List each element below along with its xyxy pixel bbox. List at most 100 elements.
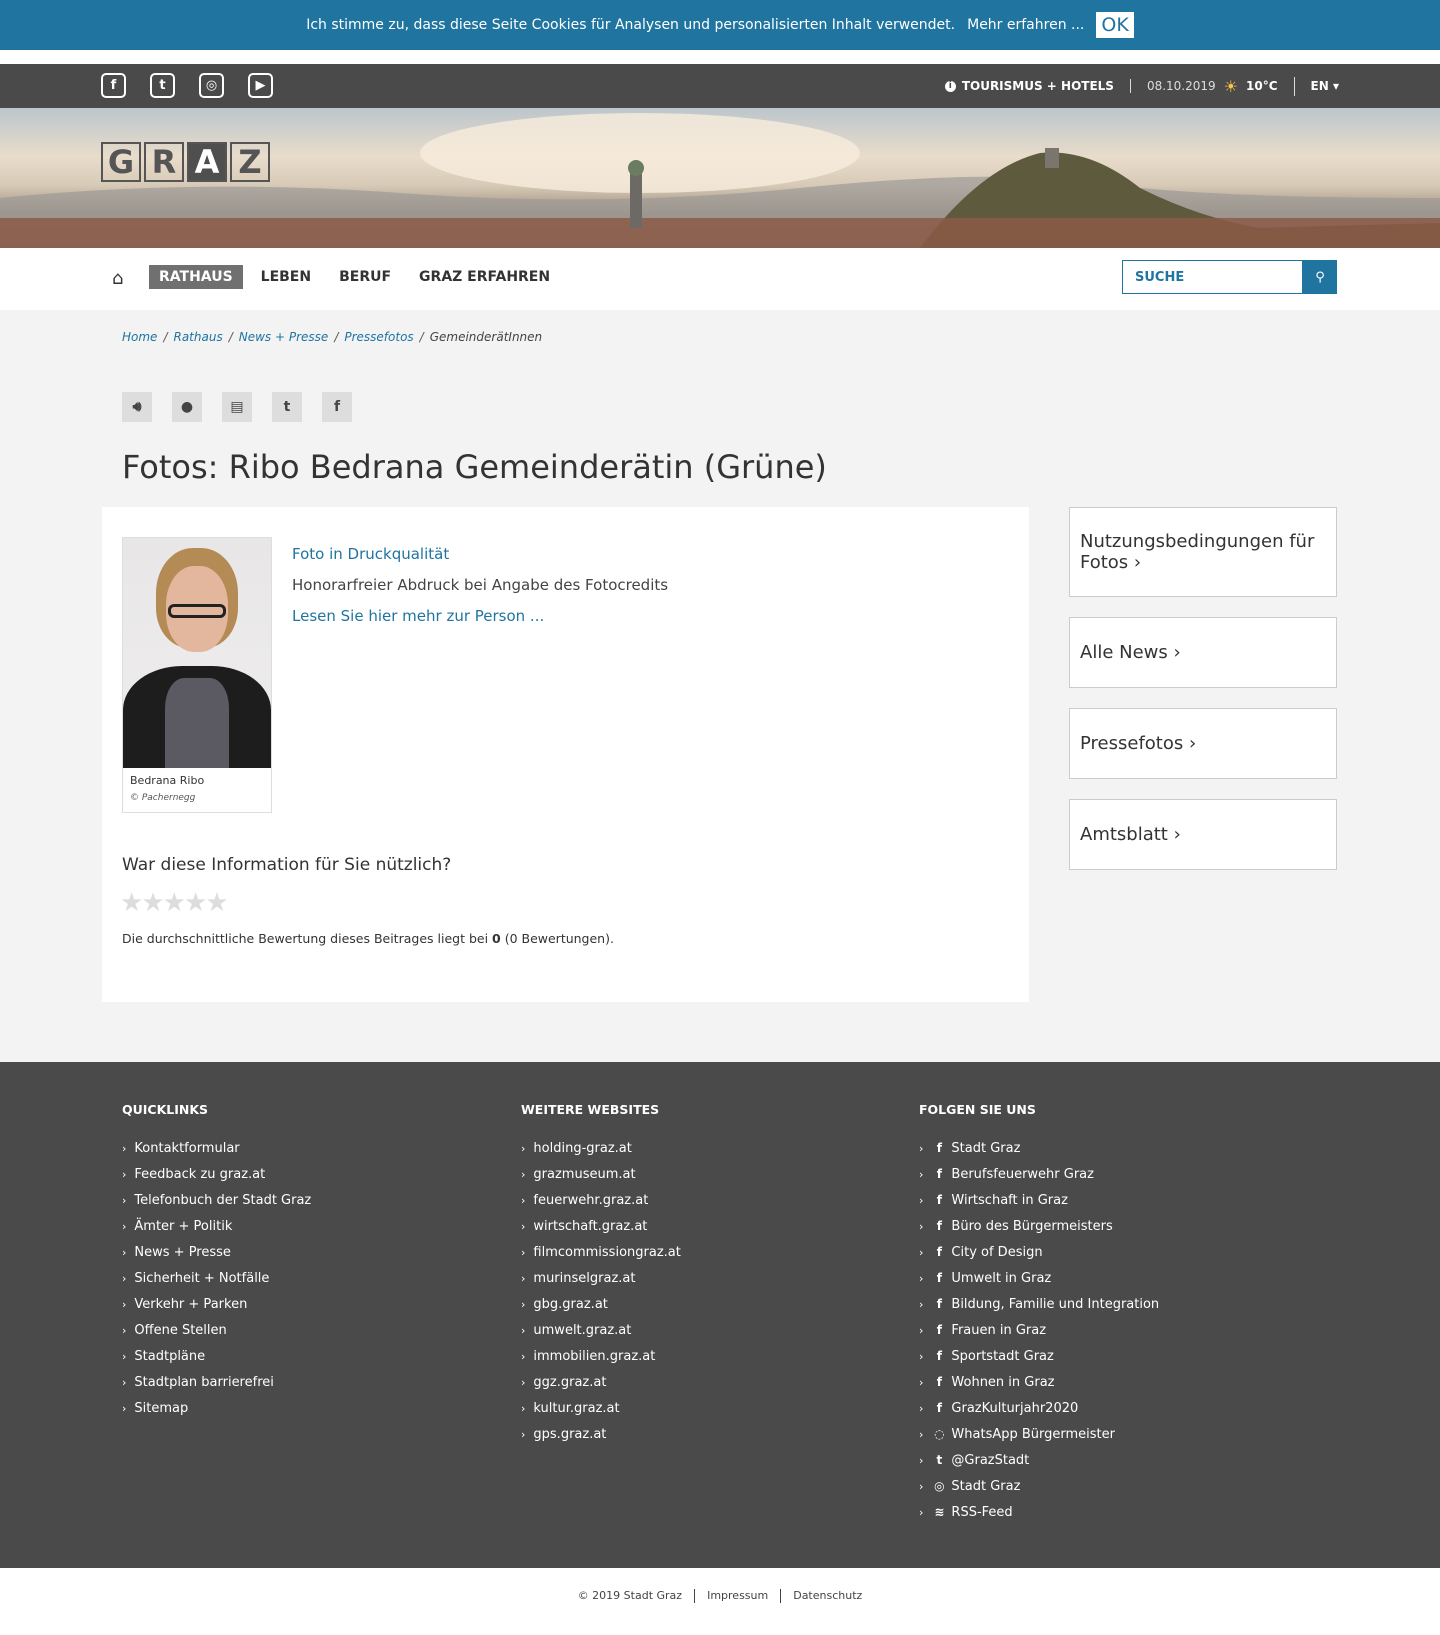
footer-link[interactable]: › ◌ WhatsApp Bürgermeister [919,1421,1159,1447]
breadcrumb-rathaus[interactable]: Rathaus [173,330,222,344]
nav-item-beruf[interactable]: BERUF [329,265,401,289]
footer-link[interactable]: › ◎ Stadt Graz [919,1473,1159,1499]
sidebar-box-all-news[interactable]: Alle News › [1069,617,1337,688]
breadcrumb-home[interactable]: Home [122,330,157,344]
footer-link[interactable]: › f Stadt Graz [919,1135,1159,1161]
footer-link[interactable]: › f Büro des Bürgermeisters [919,1213,1159,1239]
chevron-right-icon: › [919,1193,924,1207]
search-input[interactable] [1122,260,1303,294]
facebook-icon[interactable]: f [322,392,352,422]
footer-link[interactable]: › holding-graz.at [521,1135,681,1161]
nav-item-rathaus[interactable]: RATHAUS [149,265,243,289]
footer-link[interactable]: › ≋ RSS-Feed [919,1499,1159,1525]
footer-link[interactable]: › umwelt.graz.at [521,1317,681,1343]
footer-link-label: Ämter + Politik [134,1218,233,1234]
nav-item-graz-erfahren[interactable]: GRAZ ERFAHREN [409,265,560,289]
footer-link[interactable]: › feuerwehr.graz.at [521,1187,681,1213]
footer-follow: FOLGEN SIE UNS › f Stadt Graz › f Berufsfeuer… [919,1102,1159,1525]
print-quality-link[interactable]: Foto in Druckqualität [292,539,668,570]
chevron-right-icon: › [122,1167,127,1181]
footer-link[interactable]: › Feedback zu graz.at [122,1161,311,1187]
star-icon[interactable]: ★ [205,888,228,918]
comment-icon[interactable]: ● [172,392,202,422]
footer-link[interactable]: › Offene Stellen [122,1317,311,1343]
facebook-icon: f [936,1141,943,1155]
footer-link[interactable]: › wirtschaft.graz.at [521,1213,681,1239]
footer-link[interactable]: › News + Presse [122,1239,311,1265]
breadcrumb-news[interactable]: News + Presse [239,330,329,344]
twitter-icon[interactable]: t [150,73,175,98]
cookie-text: Ich stimme zu, dass diese Seite Cookies … [306,17,956,33]
sidebar-box-pressefotos[interactable]: Pressefotos › [1069,708,1337,779]
star-icon[interactable]: ★ [163,888,186,918]
footer-link-label: City of Design [951,1244,1043,1260]
breadcrumb-pressefotos[interactable]: Pressefotos [344,330,413,344]
footer-link[interactable]: › f Bildung, Familie und Integration [919,1291,1159,1317]
star-icon[interactable]: ★ [141,888,164,918]
graz-logo[interactable]: G R A Z [101,142,270,182]
search-button[interactable]: ⚲ [1303,260,1337,294]
chevron-right-icon: › [919,1349,924,1363]
top-right-menu: i TOURISMUS + HOTELS 08.10.2019 ☀ 10°C E… [944,64,1339,108]
sidebar-box-label: Nutzungsbedingungen für Fotos › [1080,531,1315,573]
chevron-right-icon: › [521,1427,526,1441]
footer: QUICKLINKS › Kontaktformular › Feedback zu … [0,1062,1440,1568]
footer-link[interactable]: › Kontaktformular [122,1135,311,1161]
footer-link[interactable]: › f Frauen in Graz [919,1317,1159,1343]
temperature: 10°C [1246,79,1278,93]
footer-link[interactable]: › Sicherheit + Notfälle [122,1265,311,1291]
tourism-label: TOURISMUS + HOTELS [961,79,1114,93]
language-dropdown[interactable]: EN ▾ [1295,79,1339,93]
speaker-icon[interactable]: 🔊︎ [122,392,152,422]
sidebar-box-amtsblatt[interactable]: Amtsblatt › [1069,799,1337,870]
footer-link[interactable]: › t @GrazStadt [919,1447,1159,1473]
youtube-icon[interactable]: ▶ [248,73,273,98]
footer-link[interactable]: › kultur.graz.at [521,1395,681,1421]
footer-link[interactable]: › gps.graz.at [521,1421,681,1447]
cookie-more-link[interactable]: Mehr erfahren ... [967,17,1084,33]
footer-link[interactable]: › Telefonbuch der Stadt Graz [122,1187,311,1213]
footer-link[interactable]: › f Sportstadt Graz [919,1343,1159,1369]
sidebar-box-terms[interactable]: Nutzungsbedingungen für Fotos › [1069,507,1337,597]
footer-link[interactable]: › murinselgraz.at [521,1265,681,1291]
footer-link[interactable]: › Stadtpläne [122,1343,311,1369]
footer-link[interactable]: › f Wirtschaft in Graz [919,1187,1159,1213]
nav-item-leben[interactable]: LEBEN [251,265,321,289]
footer-link[interactable]: › Stadtplan barrierefrei [122,1369,311,1395]
footer-link[interactable]: › f Wohnen in Graz [919,1369,1159,1395]
star-icon[interactable]: ★ [184,888,207,918]
twitter-icon[interactable]: t [272,392,302,422]
facebook-icon[interactable]: f [101,73,126,98]
chevron-right-icon: › [122,1271,127,1285]
tourism-link[interactable]: i TOURISMUS + HOTELS [944,79,1131,93]
footer-link[interactable]: › Sitemap [122,1395,311,1421]
chevron-right-icon: › [1133,552,1142,573]
footer-link-label: GrazKulturjahr2020 [951,1400,1079,1416]
footer-link[interactable]: › f City of Design [919,1239,1159,1265]
footer-link[interactable]: › grazmuseum.at [521,1161,681,1187]
footer-link-label: RSS-Feed [951,1504,1013,1520]
datenschutz-link[interactable]: Datenschutz [781,1589,874,1602]
portrait-photo[interactable] [123,538,271,768]
spacer [0,50,1440,64]
footer-link[interactable]: › ggz.graz.at [521,1369,681,1395]
facebook-icon: f [936,1349,943,1363]
footer-link[interactable]: › filmcommissiongraz.at [521,1239,681,1265]
footer-link[interactable]: › Ämter + Politik [122,1213,311,1239]
home-icon[interactable]: ⌂ [112,268,123,289]
footer-link[interactable]: › f GrazKulturjahr2020 [919,1395,1159,1421]
cookie-ok-button[interactable]: OK [1096,12,1134,38]
facebook-icon: f [936,1323,943,1337]
impressum-link[interactable]: Impressum [695,1589,780,1602]
instagram-icon[interactable]: ◎ [199,73,224,98]
print-icon[interactable]: ▤ [222,392,252,422]
footer-link[interactable]: › immobilien.graz.at [521,1343,681,1369]
chevron-right-icon: › [919,1427,924,1441]
footer-link[interactable]: › Verkehr + Parken [122,1291,311,1317]
footer-link[interactable]: › f Umwelt in Graz [919,1265,1159,1291]
star-icon[interactable]: ★ [120,888,143,918]
chevron-right-icon: › [122,1323,127,1337]
footer-link[interactable]: › f Berufsfeuerwehr Graz [919,1161,1159,1187]
footer-link[interactable]: › gbg.graz.at [521,1291,681,1317]
person-more-link[interactable]: Lesen Sie hier mehr zur Person ... [292,601,668,632]
